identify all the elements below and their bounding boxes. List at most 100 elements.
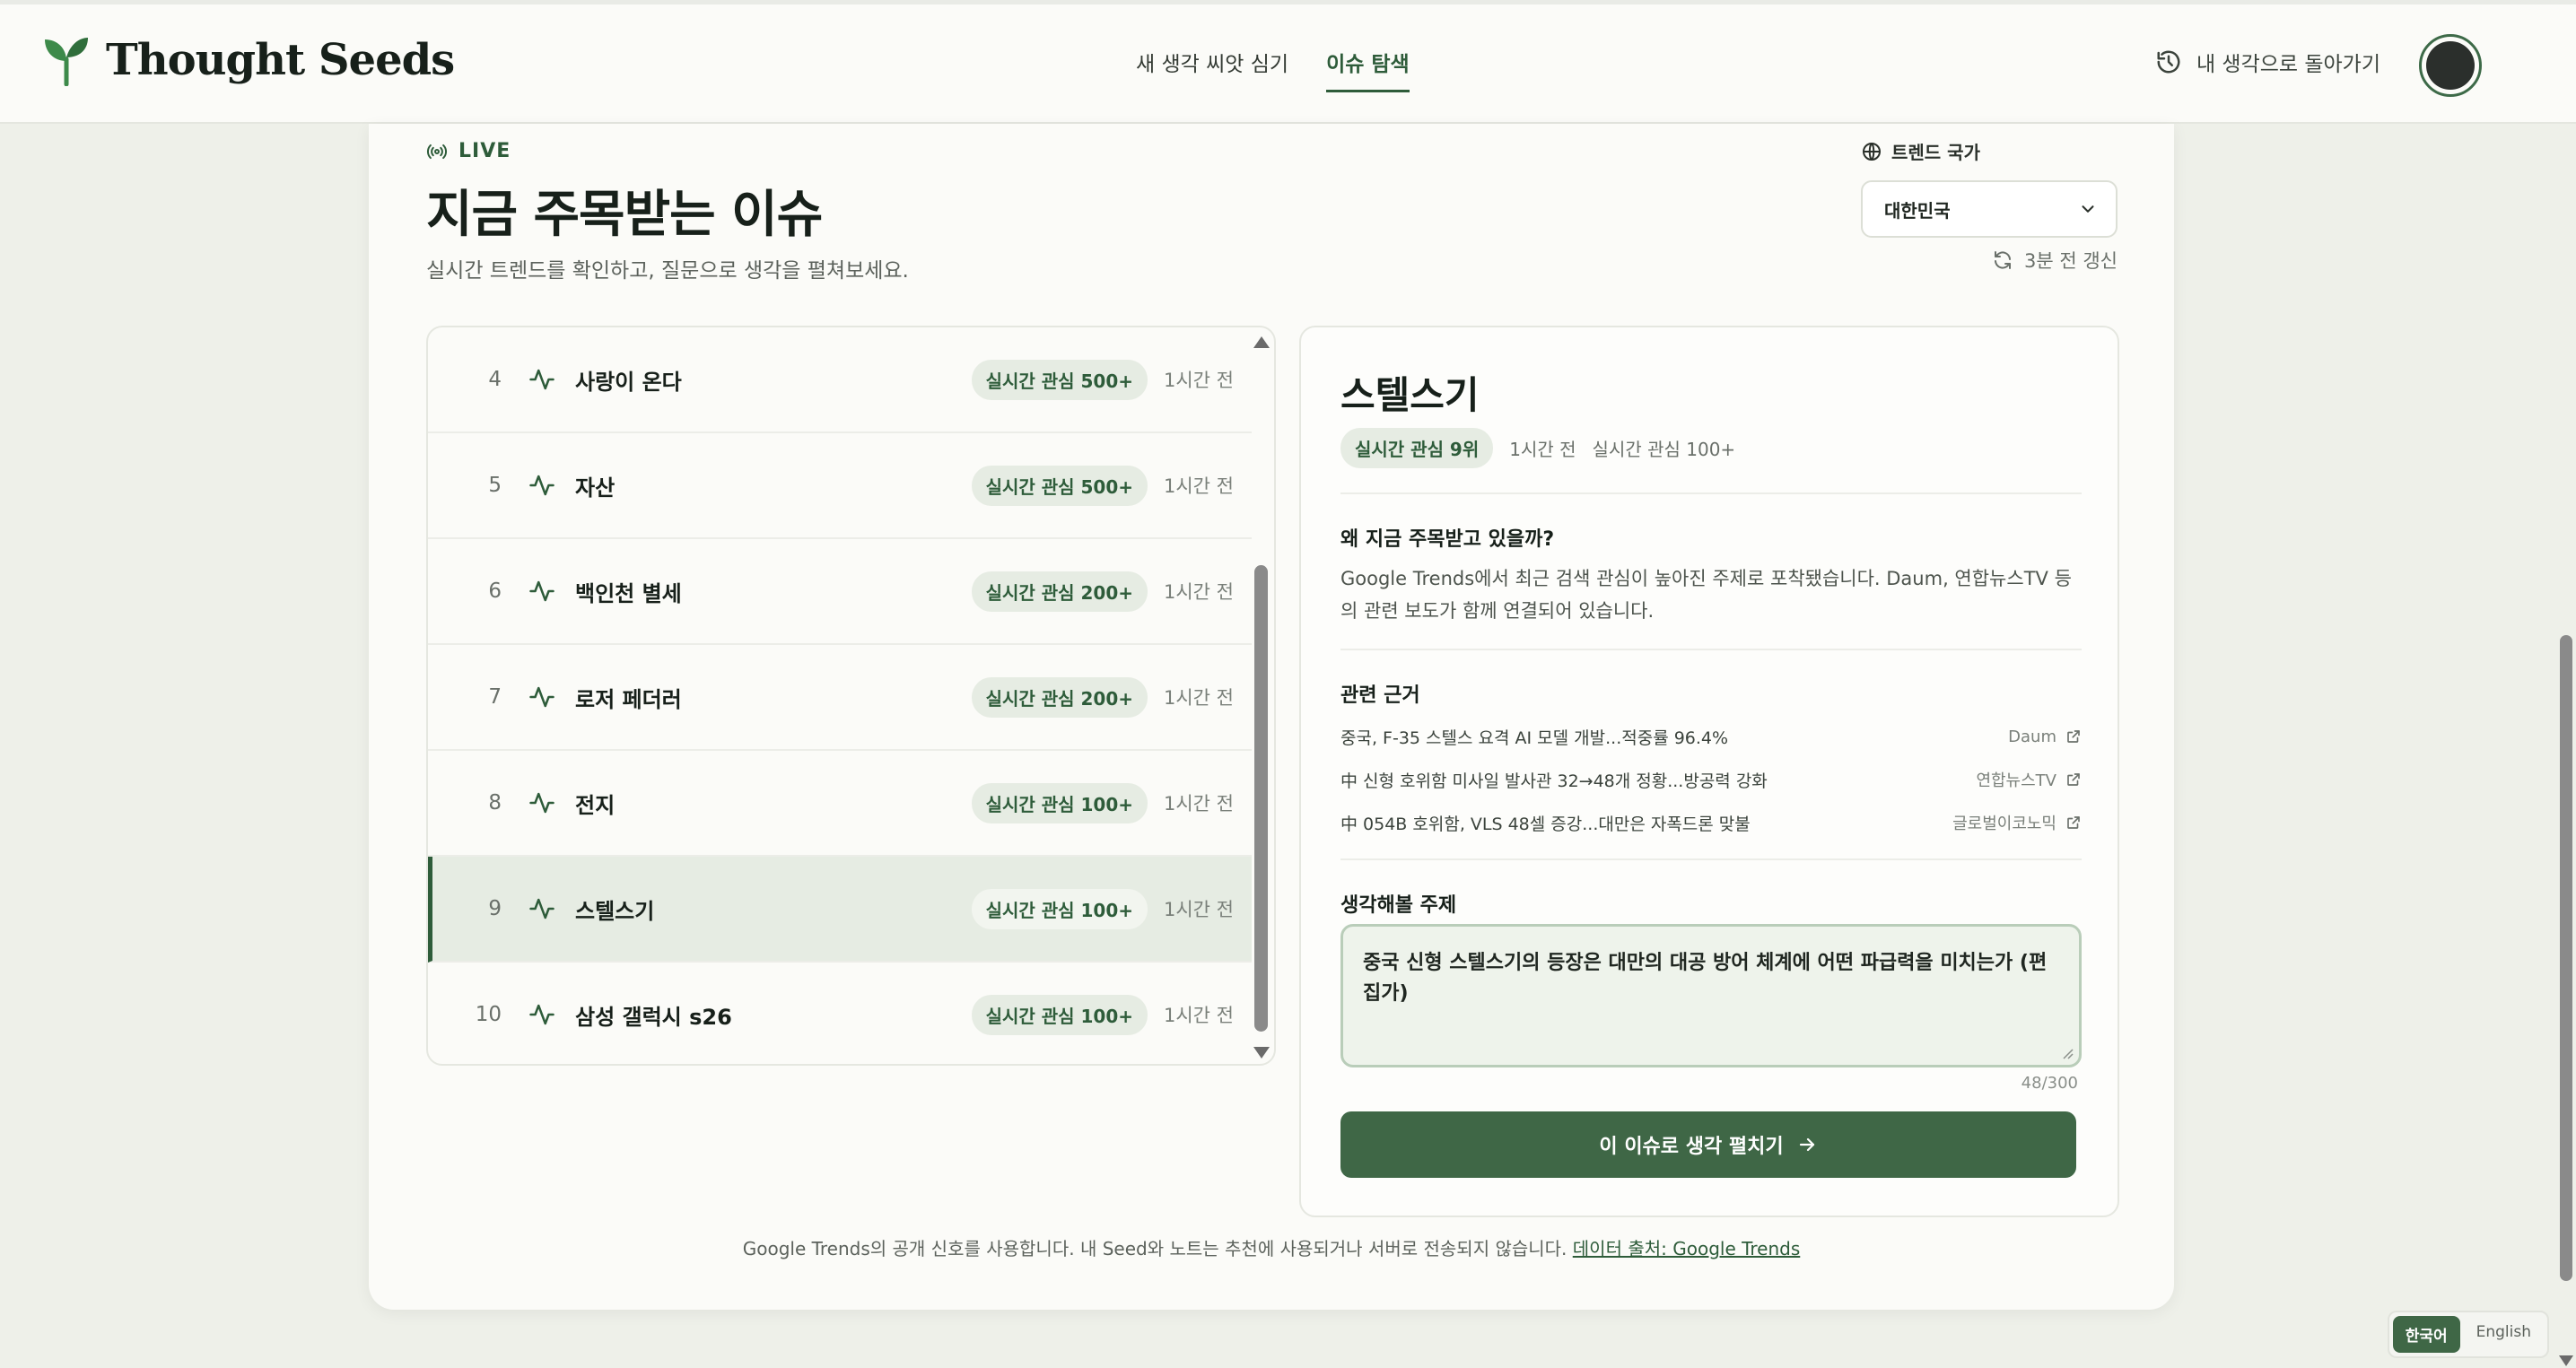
list-scrollbar[interactable] <box>1248 327 1274 1064</box>
footer-note: Google Trends의 공개 신호를 사용합니다. 내 Seed와 노트는… <box>369 1234 2174 1260</box>
evidence-source-name: 연합뉴스TV <box>1976 771 2056 790</box>
country-label-text: 트렌드 국가 <box>1891 142 1980 163</box>
evidence-title: 관련 근거 <box>1340 684 1420 707</box>
broadcast-icon <box>426 144 448 159</box>
trend-rank: 6 <box>488 579 502 603</box>
interest-badge: 실시간 관심 100+ <box>971 994 1148 1035</box>
trend-row[interactable]: 5 자산 실시간 관심 500+ 1시간 전 <box>428 433 1252 539</box>
divider <box>1340 649 2082 650</box>
evidence-item[interactable]: 중국, F-35 스텔스 요격 AI 모델 개발...적중률 96.4% Daum <box>1340 715 2082 758</box>
main-nav: 새 생각 씨앗 심기 이슈 탐색 <box>1136 47 1410 92</box>
chevron-down-icon <box>2082 205 2094 213</box>
footer-note-text: Google Trends의 공개 신호를 사용합니다. 내 Seed와 노트는… <box>742 1238 1573 1259</box>
refresh-status[interactable]: 3분 전 갱신 <box>1992 247 2118 274</box>
trend-time: 1시간 전 <box>1164 581 1234 603</box>
trend-row[interactable]: 6 백인천 별세 실시간 관심 200+ 1시간 전 <box>428 539 1252 645</box>
expand-thought-button[interactable]: 이 이슈로 생각 펼치기 <box>1340 1111 2076 1178</box>
arrow-right-icon <box>1799 1137 1814 1152</box>
activity-icon <box>529 580 554 602</box>
detail-interest: 실시간 관심 100+ <box>1592 439 1736 460</box>
trend-list-rows: 4 사랑이 온다 실시간 관심 500+ 1시간 전 5 자산 실시간 관심 500+ 1시간… <box>428 327 1252 1064</box>
nav-explore-issues[interactable]: 이슈 탐색 <box>1326 47 1410 92</box>
country-label: 트렌드 국가 <box>1861 138 2118 164</box>
country-selector: 트렌드 국가 대한민국 <box>1861 138 2118 238</box>
trend-rank: 5 <box>488 474 502 497</box>
list-scroll-thumb[interactable] <box>1254 565 1268 1032</box>
trend-time: 1시간 전 <box>1164 793 1234 815</box>
interest-badge: 실시간 관심 200+ <box>971 676 1148 718</box>
activity-icon <box>529 686 554 708</box>
trend-title: 자산 <box>575 475 616 501</box>
data-source-link[interactable]: 데이터 출처: Google Trends <box>1573 1238 1801 1259</box>
trend-row[interactable]: 8 전지 실시간 관심 100+ 1시간 전 <box>428 751 1252 857</box>
trend-title: 전지 <box>575 792 616 818</box>
interest-badge: 실시간 관심 100+ <box>971 782 1148 823</box>
evidence-source[interactable]: Daum <box>2008 728 2082 746</box>
topic-textarea[interactable]: 중국 신형 스텔스기의 등장은 대만의 대공 방어 체계에 어떤 파급력을 미치… <box>1340 924 2082 1067</box>
country-select-value: 대한민국 <box>1884 199 1951 222</box>
evidence-source[interactable]: 글로벌이코노믹 <box>1952 811 2082 834</box>
interest-badge: 실시간 관심 100+ <box>971 888 1148 929</box>
scroll-down-arrow[interactable] <box>1253 1047 1270 1059</box>
external-link-icon <box>2067 730 2080 743</box>
country-select[interactable]: 대한민국 <box>1861 180 2118 238</box>
issue-detail-panel: 스텔스기 실시간 관심 9위 1시간 전 실시간 관심 100+ 왜 지금 주목… <box>1299 326 2119 1217</box>
trend-time: 1시간 전 <box>1164 1005 1234 1026</box>
back-link-label: 내 생각으로 돌아가기 <box>2196 53 2380 76</box>
avatar[interactable] <box>2419 34 2482 97</box>
trend-row[interactable]: 9 스텔스기 실시간 관심 100+ 1시간 전 <box>428 857 1252 963</box>
external-link-icon <box>2067 816 2080 829</box>
trend-row[interactable]: 4 사랑이 온다 실시간 관심 500+ 1시간 전 <box>428 327 1252 433</box>
evidence-headline: 中 054B 호위함, VLS 48셀 증강...대만은 자폭드론 맞불 <box>1340 814 1751 834</box>
trend-title: 백인천 별세 <box>575 580 682 606</box>
resize-handle-icon[interactable] <box>2061 1047 2074 1059</box>
page-scrollbar[interactable] <box>2556 124 2576 1368</box>
rank-badge: 실시간 관심 9위 <box>1340 428 1494 468</box>
evidence-source[interactable]: 연합뉴스TV <box>1976 768 2082 791</box>
back-to-my-thoughts-link[interactable]: 내 생각으로 돌아가기 <box>2155 47 2380 77</box>
trend-rank: 9 <box>488 897 502 920</box>
interest-badge: 실시간 관심 500+ <box>971 359 1148 400</box>
trend-title: 사랑이 온다 <box>575 369 682 395</box>
history-icon <box>2157 50 2180 74</box>
avatar-image <box>2426 41 2475 90</box>
refresh-label: 3분 전 갱신 <box>2024 250 2118 272</box>
lang-korean[interactable]: 한국어 <box>2392 1316 2460 1353</box>
trend-title: 로저 페더러 <box>575 686 682 712</box>
evidence-headline: 中 신형 호위함 미사일 발사관 32→48개 정황...방공력 강화 <box>1340 771 1768 791</box>
activity-icon <box>529 1004 554 1025</box>
trend-row[interactable]: 10 삼성 갤럭시 s26 실시간 관심 100+ 1시간 전 <box>428 963 1252 1064</box>
trend-title: 삼성 갤럭시 s26 <box>575 1004 732 1030</box>
trend-row[interactable]: 7 로저 페더러 실시간 관심 200+ 1시간 전 <box>428 645 1252 751</box>
evidence-item[interactable]: 中 054B 호위함, VLS 48셀 증강...대만은 자폭드론 맞불 글로벌이… <box>1340 801 2082 844</box>
divider <box>1340 858 2082 860</box>
evidence-item[interactable]: 中 신형 호위함 미사일 발사관 32→48개 정황...방공력 강화 연합뉴스T… <box>1340 758 2082 801</box>
evidence-headline: 중국, F-35 스텔스 요격 AI 모델 개발...적중률 96.4% <box>1340 728 1729 748</box>
lang-english[interactable]: English <box>2464 1316 2544 1353</box>
topic-title: 생각해볼 주제 <box>1340 894 1457 917</box>
external-link-icon <box>2067 773 2080 786</box>
trend-rank: 10 <box>475 1003 502 1026</box>
page-scroll-thumb[interactable] <box>2560 635 2572 1281</box>
header-top-line <box>0 0 2576 4</box>
cta-label: 이 이슈로 생각 펼치기 <box>1599 1136 1784 1158</box>
page-title: 지금 주목받는 이슈 <box>426 186 823 244</box>
page-scroll-down-arrow[interactable] <box>2559 1355 2573 1366</box>
scroll-up-arrow[interactable] <box>1253 336 1270 348</box>
detail-meta: 실시간 관심 9위 1시간 전 실시간 관심 100+ <box>1340 428 1735 468</box>
globe-icon <box>1863 142 1881 161</box>
live-indicator: LIVE <box>426 140 511 162</box>
evidence-source-name: 글로벌이코노믹 <box>1952 815 2056 833</box>
detail-title: 스텔스기 <box>1340 373 1480 417</box>
activity-icon <box>529 792 554 814</box>
evidence-source-name: Daum <box>2008 727 2056 746</box>
nav-plant-seed[interactable]: 새 생각 씨앗 심기 <box>1136 47 1288 92</box>
detail-time: 1시간 전 <box>1509 439 1576 460</box>
char-counter: 48/300 <box>2021 1074 2078 1093</box>
why-text: Google Trends에서 최근 검색 관심이 높아진 주제로 포착됐습니다… <box>1340 568 2072 622</box>
trend-rank: 4 <box>488 368 502 391</box>
brand-logo[interactable]: Thought Seeds <box>43 34 455 86</box>
activity-icon <box>529 898 554 919</box>
trend-title: 스텔스기 <box>575 898 655 924</box>
activity-icon <box>529 475 554 496</box>
